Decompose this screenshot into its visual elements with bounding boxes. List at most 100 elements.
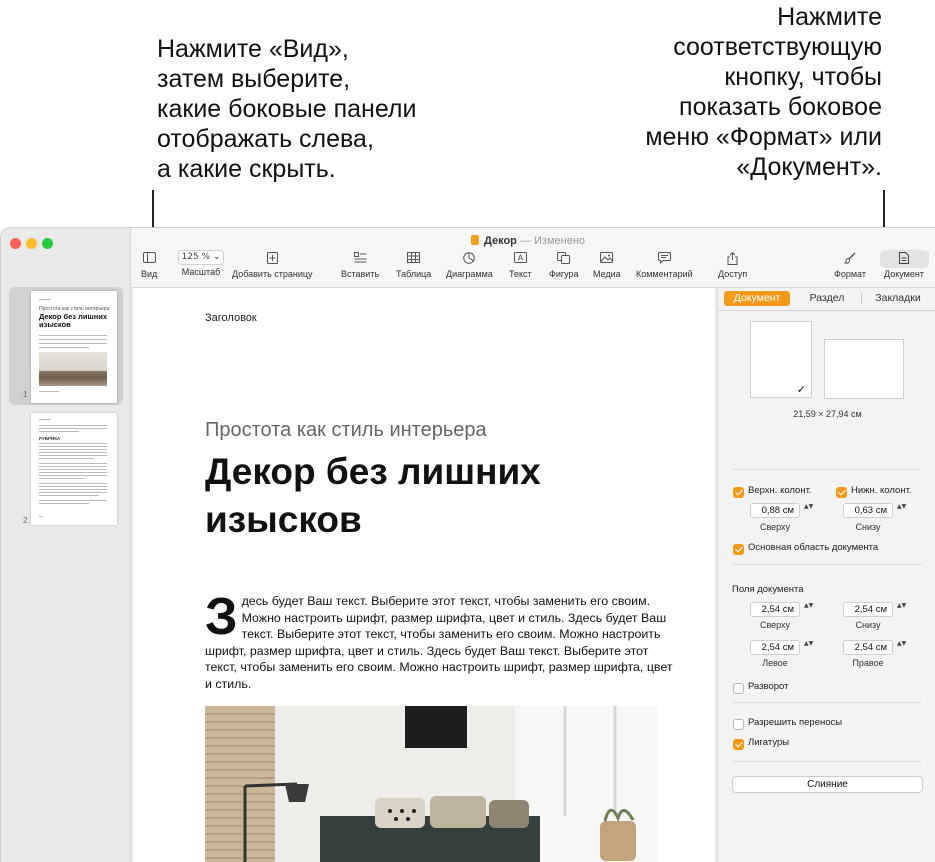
page-subtitle[interactable]: Простота как стиль интерьера xyxy=(205,419,487,442)
zoom-popup[interactable]: 125 % ⌄ xyxy=(178,250,224,265)
interior-photo[interactable] xyxy=(205,706,658,862)
minimize-window-button[interactable] xyxy=(26,238,37,249)
footer-offset-field[interactable]: 0,63 см xyxy=(843,503,893,518)
close-window-button[interactable] xyxy=(10,238,21,249)
drop-cap: З xyxy=(205,588,238,646)
zoom-button[interactable]: 125 % ⌄ Масштаб xyxy=(178,250,224,277)
document-inspector: Документ Раздел Закладки ✓ 21,59 × 27,94… xyxy=(717,288,935,862)
page-title[interactable]: Декор без лишних изысков xyxy=(205,448,665,544)
section-divider xyxy=(732,564,922,565)
canvas-background: Заголовок Простота как стиль интерьера Д… xyxy=(131,288,717,862)
callout-view: Нажмите «Вид», затем выберите, какие бок… xyxy=(157,34,416,184)
document-canvas[interactable]: Заголовок Простота как стиль интерьера Д… xyxy=(131,288,717,862)
body-text[interactable]: Здесь будет Ваш текст. Выберите этот тек… xyxy=(205,588,675,692)
hyphenation-checkbox[interactable] xyxy=(733,719,744,730)
stepper-arrows-icon[interactable]: ▲▼ xyxy=(804,602,813,616)
chart-label: Диаграмма xyxy=(446,269,493,279)
body-area-checkbox[interactable] xyxy=(733,544,744,555)
margin-bottom-field[interactable]: 2,54 см xyxy=(843,602,893,617)
chart-button[interactable]: Диаграмма xyxy=(446,252,493,279)
landscape-orientation[interactable] xyxy=(824,339,904,399)
facing-pages-checkbox[interactable] xyxy=(733,683,744,694)
zoom-window-button[interactable] xyxy=(42,238,53,249)
thumbnail-page-2[interactable]: РУБРИКА 2 xyxy=(9,412,123,530)
page-thumbnails-sidebar[interactable]: Простота как стиль интерьера Декор без л… xyxy=(1,228,131,862)
footer-label: Нижн. колонт. xyxy=(851,485,912,496)
zoom-label: Масштаб xyxy=(181,267,221,277)
margin-left-field[interactable]: 2,54 см xyxy=(750,640,800,655)
text-box-icon: A xyxy=(509,252,532,265)
mail-merge-button[interactable]: Слияние xyxy=(732,776,923,793)
shape-icon xyxy=(549,252,579,265)
ligatures-checkbox[interactable] xyxy=(733,739,744,750)
margin-left-caption: Левое xyxy=(762,658,788,668)
margin-top-field[interactable]: 2,54 см xyxy=(750,602,800,617)
inspector-tabs: Документ Раздел Закладки xyxy=(718,288,935,308)
tab-document[interactable]: Документ xyxy=(724,291,790,306)
callout-line: отображать слева, xyxy=(157,125,374,153)
callout-line: Нажмите xyxy=(777,3,882,31)
document-label: Документ xyxy=(884,269,924,279)
margin-right-field[interactable]: 2,54 см xyxy=(843,640,893,655)
chart-icon xyxy=(446,252,493,265)
insert-button[interactable]: Вставить xyxy=(341,252,379,279)
pages-doc-icon xyxy=(471,235,479,245)
paintbrush-icon xyxy=(834,252,866,265)
paper-size-label: 21,59 × 27,94 см xyxy=(793,409,862,419)
stepper-arrows-icon[interactable]: ▲▼ xyxy=(804,503,813,517)
thumbnail-image: РУБРИКА xyxy=(31,413,117,525)
page-header[interactable]: Заголовок xyxy=(205,312,257,324)
callout-line: «Документ». xyxy=(736,153,882,181)
svg-text:A: A xyxy=(518,254,524,263)
insert-icon xyxy=(341,252,379,265)
media-button[interactable]: Медиа xyxy=(593,252,621,279)
add-page-button[interactable]: Добавить страницу xyxy=(232,252,313,279)
callout-format-document: Нажмите соответствующую кнопку, чтобы по… xyxy=(645,2,882,182)
document-page[interactable]: Заголовок Простота как стиль интерьера Д… xyxy=(133,288,715,862)
callout-line: затем выберите, xyxy=(157,65,351,93)
portrait-orientation[interactable]: ✓ xyxy=(750,321,812,398)
media-icon xyxy=(593,252,621,265)
facing-pages-label: Разворот xyxy=(748,681,789,692)
stepper-arrows-icon[interactable]: ▲▼ xyxy=(804,640,813,654)
view-label: Вид xyxy=(141,269,158,279)
stepper-arrows-icon[interactable]: ▲▼ xyxy=(897,640,906,654)
footer-offset-caption: Снизу xyxy=(855,522,881,532)
tab-section[interactable]: Раздел xyxy=(795,291,859,306)
text-button[interactable]: A Текст xyxy=(509,252,532,279)
tabs-divider xyxy=(718,310,935,311)
window-title: Декор — Изменено xyxy=(471,235,585,247)
sidebar-icon xyxy=(141,252,157,265)
document-button[interactable]: Документ xyxy=(884,252,924,279)
document-status: Изменено xyxy=(534,235,586,247)
callout-line: а какие скрыть. xyxy=(157,155,336,183)
body-paragraph: десь будет Ваш текст. Выберите этот текс… xyxy=(205,594,673,691)
view-button[interactable]: Вид xyxy=(141,252,157,279)
format-label: Формат xyxy=(834,269,866,279)
shape-button[interactable]: Фигура xyxy=(549,252,579,279)
comment-label: Комментарий xyxy=(636,269,693,279)
stepper-arrows-icon[interactable]: ▲▼ xyxy=(897,503,906,517)
callout-line: показать боковое xyxy=(679,93,882,121)
table-button[interactable]: Таблица xyxy=(396,252,431,279)
header-checkbox[interactable] xyxy=(733,487,744,498)
header-offset-field[interactable]: 0,88 см xyxy=(750,503,800,518)
callout-line: меню «Формат» или xyxy=(645,123,882,151)
document-name: Декор xyxy=(484,235,517,247)
comment-button[interactable]: Комментарий xyxy=(636,252,693,279)
thumbnail-page-1[interactable]: Простота как стиль интерьера Декор без л… xyxy=(9,287,123,405)
zoom-value: 125 % xyxy=(181,252,211,262)
callout-line: соответствующую xyxy=(673,33,882,61)
screenshot-stage: Нажмите «Вид», затем выберите, какие бок… xyxy=(0,0,935,862)
section-divider xyxy=(732,469,922,470)
share-icon xyxy=(718,251,747,265)
margin-top-caption: Сверху xyxy=(759,620,791,630)
share-button[interactable]: Доступ xyxy=(718,251,747,279)
stepper-arrows-icon[interactable]: ▲▼ xyxy=(897,602,906,616)
format-button[interactable]: Формат xyxy=(834,252,866,279)
footer-checkbox[interactable] xyxy=(836,487,847,498)
tab-bookmarks[interactable]: Закладки xyxy=(865,291,931,306)
pages-window: Простота как стиль интерьера Декор без л… xyxy=(0,227,935,862)
table-label: Таблица xyxy=(396,269,432,279)
hyphenation-label: Разрешить переносы xyxy=(748,717,843,728)
